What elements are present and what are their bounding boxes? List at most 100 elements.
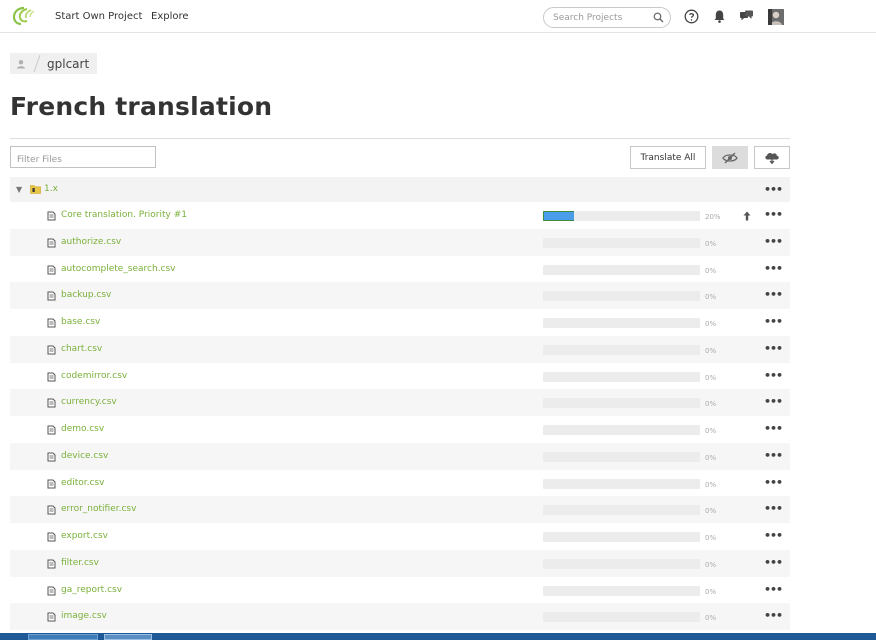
translation-progress-bar xyxy=(543,558,700,569)
nav-explore[interactable]: Explore xyxy=(151,11,189,22)
file-row[interactable]: Core translation. Priority #1 20% ••• xyxy=(10,202,790,229)
progress-percent: 0% xyxy=(705,400,717,409)
file-row[interactable]: ga_report.csv 0% ••• xyxy=(10,577,790,604)
folder-row[interactable]: ▼ 1.x ••• xyxy=(10,177,790,202)
file-row[interactable]: chart.csv 0% ••• xyxy=(10,335,790,363)
file-icon xyxy=(47,398,56,408)
file-name-link[interactable]: editor.csv xyxy=(61,478,104,488)
file-name-link[interactable]: base.csv xyxy=(61,317,100,327)
file-icon xyxy=(47,318,56,328)
search-icon[interactable] xyxy=(653,12,664,23)
progress-percent: 0% xyxy=(705,614,717,623)
more-options-button[interactable]: ••• xyxy=(764,208,783,221)
crowdin-logo-icon[interactable] xyxy=(12,6,36,26)
file-name-link[interactable]: autocomplete_search.csv xyxy=(61,264,176,274)
file-row[interactable]: authorize.csv 0% ••• xyxy=(10,228,790,256)
progress-percent: 0% xyxy=(705,346,717,355)
search-input[interactable] xyxy=(553,11,653,25)
file-row[interactable]: error_notifier.csv 0% ••• xyxy=(10,496,790,523)
progress-percent: 0% xyxy=(705,587,717,596)
progress-fill xyxy=(543,211,575,221)
more-options-button[interactable]: ••• xyxy=(764,449,783,462)
more-options-button[interactable]: ••• xyxy=(764,529,783,542)
chat-icon[interactable] xyxy=(739,9,754,24)
translation-progress-bar xyxy=(543,585,700,596)
branch-folder-icon xyxy=(30,185,41,194)
more-options-button[interactable]: ••• xyxy=(764,315,783,328)
breadcrumb-project-link[interactable]: gplcart xyxy=(43,57,97,71)
file-name-link[interactable]: chart.csv xyxy=(61,344,102,354)
translation-progress-bar xyxy=(543,398,700,409)
more-options-button[interactable]: ••• xyxy=(764,369,783,382)
filter-files-field[interactable] xyxy=(10,146,156,170)
file-icon xyxy=(47,372,56,381)
more-options-button[interactable]: ••• xyxy=(764,609,783,622)
nav-start-own-project[interactable]: Start Own Project xyxy=(55,11,142,22)
hide-completed-button[interactable] xyxy=(712,146,748,169)
bell-icon[interactable] xyxy=(712,9,727,24)
taskbar-button[interactable] xyxy=(28,634,98,640)
progress-percent: 20% xyxy=(705,213,721,221)
help-icon[interactable] xyxy=(684,9,699,24)
file-row[interactable]: device.csv 0% ••• xyxy=(10,442,790,470)
progress-percent: 0% xyxy=(705,427,717,435)
more-options-button[interactable]: ••• xyxy=(764,422,783,435)
os-taskbar xyxy=(0,633,876,640)
file-row[interactable]: filter.csv 0% ••• xyxy=(10,549,790,577)
more-options-button[interactable]: ••• xyxy=(764,342,783,355)
file-name-link[interactable]: filter.csv xyxy=(61,558,99,568)
translation-progress-bar xyxy=(543,425,700,435)
upload-icon[interactable] xyxy=(743,211,751,221)
translation-progress-bar xyxy=(543,264,700,275)
user-icon[interactable] xyxy=(10,53,31,74)
taskbar-button[interactable] xyxy=(104,634,152,640)
more-options-button[interactable]: ••• xyxy=(764,288,783,301)
file-row[interactable]: demo.csv 0% ••• xyxy=(10,416,790,443)
file-name-link[interactable]: demo.csv xyxy=(61,424,104,434)
translate-all-button[interactable]: Translate All xyxy=(630,146,706,169)
more-options-button[interactable]: ••• xyxy=(764,235,783,248)
more-options-button[interactable]: ••• xyxy=(764,556,783,569)
more-options-button[interactable]: ••• xyxy=(764,583,783,596)
file-name-link[interactable]: currency.csv xyxy=(61,397,117,407)
avatar[interactable] xyxy=(768,9,784,25)
filter-files-input[interactable] xyxy=(11,150,155,170)
more-options-button[interactable]: ••• xyxy=(764,262,783,275)
file-name-link[interactable]: export.csv xyxy=(61,531,108,541)
top-navigation-bar: Start Own Project Explore xyxy=(0,0,876,33)
file-name-link[interactable]: codemirror.csv xyxy=(61,371,127,381)
more-options-button[interactable]: ••• xyxy=(764,395,783,408)
translation-progress-bar xyxy=(543,344,700,355)
search-box[interactable] xyxy=(543,7,671,28)
file-row[interactable]: codemirror.csv 0% ••• xyxy=(10,363,790,390)
more-options-button[interactable]: ••• xyxy=(764,502,783,515)
file-name-link[interactable]: image.csv xyxy=(61,611,107,621)
translation-progress-bar xyxy=(543,505,700,516)
file-row[interactable]: export.csv 0% ••• xyxy=(10,523,790,550)
file-icon xyxy=(47,211,56,221)
file-row[interactable]: autocomplete_search.csv 0% ••• xyxy=(10,256,790,283)
more-options-button[interactable]: ••• xyxy=(764,476,783,489)
file-icon xyxy=(47,345,56,355)
file-name-link[interactable]: backup.csv xyxy=(61,290,111,300)
file-row[interactable]: image.csv 0% ••• xyxy=(10,603,790,630)
file-name-link[interactable]: device.csv xyxy=(61,451,108,461)
avatar-image xyxy=(768,9,784,25)
file-name-link[interactable]: Core translation. Priority #1 xyxy=(61,210,187,220)
file-name-link[interactable]: ga_report.csv xyxy=(61,585,122,595)
file-name-link[interactable]: authorize.csv xyxy=(61,237,121,247)
folder-name[interactable]: 1.x xyxy=(44,184,58,194)
progress-percent: 0% xyxy=(705,239,717,248)
caret-down-icon[interactable]: ▼ xyxy=(16,185,22,194)
file-row[interactable]: base.csv 0% ••• xyxy=(10,309,790,336)
more-options-button[interactable]: ••• xyxy=(764,183,783,196)
progress-percent: 0% xyxy=(705,453,717,462)
file-row[interactable]: editor.csv 0% ••• xyxy=(10,470,790,497)
file-name-link[interactable]: error_notifier.csv xyxy=(61,504,136,514)
file-icon xyxy=(47,586,56,595)
translation-progress-bar xyxy=(543,237,700,248)
download-button[interactable] xyxy=(754,146,790,169)
file-row[interactable]: currency.csv 0% ••• xyxy=(10,389,790,416)
file-icon xyxy=(47,452,56,462)
file-row[interactable]: backup.csv 0% ••• xyxy=(10,282,790,309)
